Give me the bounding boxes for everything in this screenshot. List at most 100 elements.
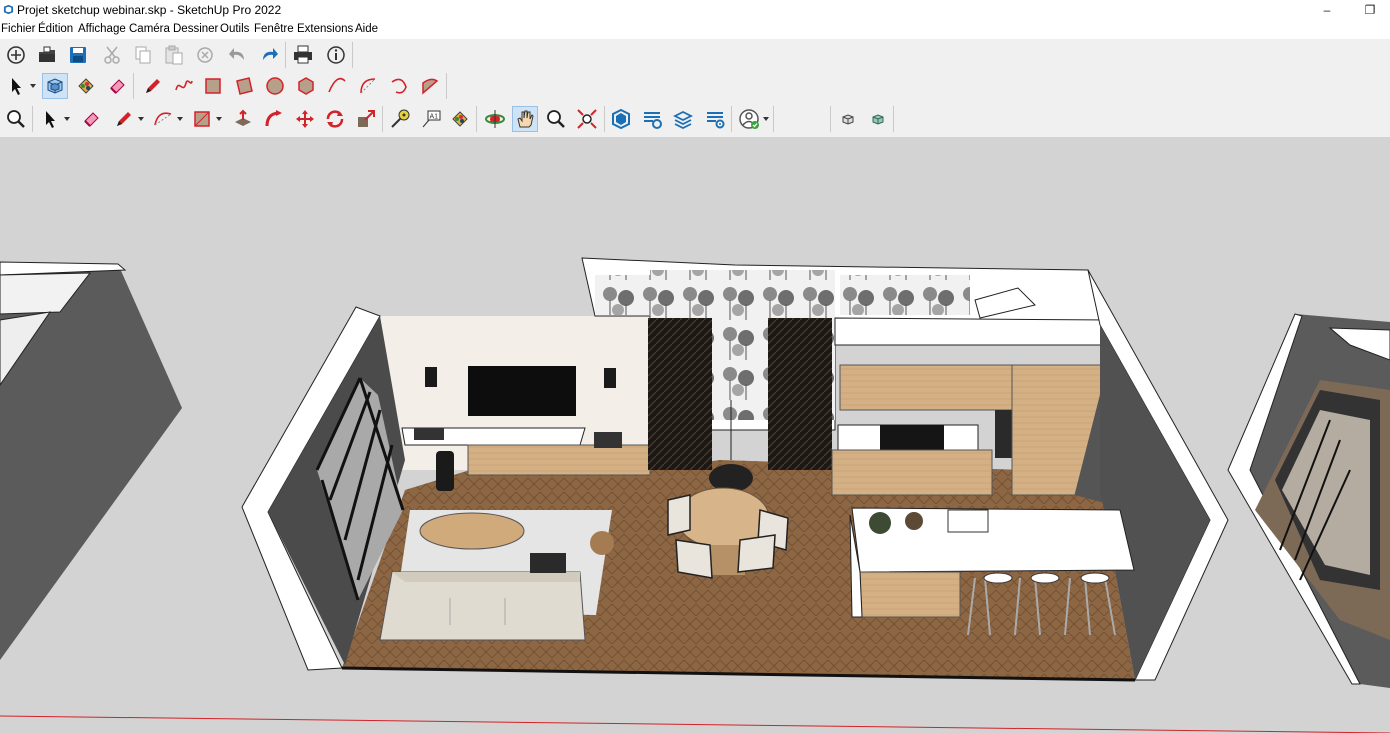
toolbar-separator: [773, 106, 774, 132]
pie-icon[interactable]: [417, 73, 443, 99]
toolbar-separator: [604, 106, 605, 132]
new-file-icon[interactable]: [3, 42, 29, 68]
redo-icon[interactable]: [256, 42, 282, 68]
two-point-arc-icon[interactable]: [355, 73, 381, 99]
tape-measure-icon[interactable]: [387, 106, 413, 132]
rectangle-icon[interactable]: [200, 73, 226, 99]
account-icon[interactable]: [736, 106, 762, 132]
paint-bucket-icon[interactable]: [447, 106, 473, 132]
tv-wall: [380, 316, 651, 476]
paint-bucket-icon[interactable]: [73, 73, 99, 99]
title-bar: Projet sketchup webinar.skp - SketchUp P…: [0, 0, 1390, 21]
text-label-glyph: A1: [430, 114, 439, 121]
scale-icon[interactable]: [353, 106, 379, 132]
save-icon[interactable]: [65, 42, 91, 68]
zoom-extents-icon[interactable]: [574, 106, 600, 132]
minimize-button[interactable]: –: [1307, 1, 1347, 19]
toolbar-separator: [352, 42, 353, 68]
toolbar-separator: [476, 106, 477, 132]
move-icon[interactable]: [292, 106, 318, 132]
apartment-model: [0, 257, 1390, 733]
select-arrow-icon[interactable]: [38, 106, 64, 132]
three-point-arc-icon[interactable]: [386, 73, 412, 99]
toolbar-separator: [731, 106, 732, 132]
toolbar-separator: [382, 106, 383, 132]
zoom-icon[interactable]: [543, 106, 569, 132]
menu-aide[interactable]: Aide: [355, 23, 378, 35]
cut-icon[interactable]: [99, 42, 125, 68]
chevron-down-icon[interactable]: [30, 73, 36, 99]
left-speaker: [425, 367, 437, 387]
left-neighbor-unit: [0, 261, 182, 660]
model-info-icon[interactable]: [323, 42, 349, 68]
erase-x-icon[interactable]: [192, 42, 218, 68]
toolbar-separator: [32, 106, 33, 132]
pendant-lamp: [709, 464, 753, 492]
view-top-icon[interactable]: [865, 106, 891, 132]
menu-fenetre[interactable]: Fenêtre: [254, 23, 294, 35]
rotated-rectangle-icon[interactable]: [231, 73, 257, 99]
paste-icon[interactable]: [161, 42, 187, 68]
left-slatted-panel: [648, 318, 712, 470]
chevron-down-icon[interactable]: [177, 106, 183, 132]
pencil-icon[interactable]: [140, 73, 166, 99]
right-neighbor-unit: [1227, 313, 1390, 688]
maximize-button[interactable]: ❐: [1350, 1, 1390, 19]
menu-edition[interactable]: Édition: [38, 23, 73, 35]
menu-bar: Fichier Édition Affichage Caméra Dessine…: [0, 21, 1390, 39]
select-arrow-icon[interactable]: [4, 73, 30, 99]
view-iso-icon[interactable]: [835, 106, 861, 132]
copy-icon[interactable]: [130, 42, 156, 68]
sofa: [379, 571, 586, 641]
floor-lamp: [436, 451, 454, 491]
tv-screen: [468, 366, 576, 416]
toolbar-area: A1: [0, 39, 1390, 138]
rotate-icon[interactable]: [322, 106, 348, 132]
toolbar-separator: [285, 42, 286, 68]
rectangle-icon[interactable]: [189, 106, 215, 132]
cooktop: [880, 425, 944, 450]
menu-fichier[interactable]: Fichier: [1, 23, 36, 35]
circle-icon[interactable]: [262, 73, 288, 99]
menu-camera[interactable]: Caméra: [129, 23, 170, 35]
chevron-down-icon[interactable]: [64, 106, 70, 132]
zoom-icon[interactable]: [3, 106, 29, 132]
freehand-icon[interactable]: [171, 73, 197, 99]
chevron-down-icon[interactable]: [763, 106, 769, 132]
make-component-icon[interactable]: [42, 73, 68, 99]
push-pull-icon[interactable]: [230, 106, 256, 132]
arc-icon[interactable]: [150, 106, 176, 132]
chevron-down-icon[interactable]: [216, 106, 222, 132]
menu-extensions[interactable]: Extensions: [297, 23, 353, 35]
sketchup-app-icon: [3, 4, 14, 15]
stool: [590, 531, 614, 555]
print-icon[interactable]: [290, 42, 316, 68]
warehouse-icon[interactable]: [608, 106, 634, 132]
menu-outils[interactable]: Outils: [220, 23, 249, 35]
text-label-icon[interactable]: A1: [418, 106, 444, 132]
undo-icon[interactable]: [225, 42, 251, 68]
coffee-table: [419, 512, 525, 550]
toolbar-separator: [830, 106, 831, 132]
toolbar-separator: [893, 106, 894, 132]
model-viewport[interactable]: [0, 137, 1390, 733]
open-file-icon[interactable]: [34, 42, 60, 68]
extension-warehouse-icon[interactable]: [639, 106, 665, 132]
arc-icon[interactable]: [324, 73, 350, 99]
extension-manager-icon[interactable]: [702, 106, 728, 132]
eraser-icon[interactable]: [104, 73, 130, 99]
eraser-icon[interactable]: [78, 106, 104, 132]
menu-affichage[interactable]: Affichage: [78, 23, 126, 35]
menu-dessiner[interactable]: Dessiner: [173, 23, 218, 35]
orbit-icon[interactable]: [482, 106, 508, 132]
window-title: Projet sketchup webinar.skp - SketchUp P…: [17, 3, 282, 17]
follow-me-icon[interactable]: [261, 106, 287, 132]
right-slatted-panel: [768, 318, 832, 470]
pan-icon[interactable]: [512, 106, 538, 132]
layout-icon[interactable]: [670, 106, 696, 132]
chevron-down-icon[interactable]: [138, 106, 144, 132]
toolbar-separator: [133, 73, 134, 99]
right-speaker: [604, 368, 616, 388]
pencil-icon[interactable]: [111, 106, 137, 132]
polygon-icon[interactable]: [293, 73, 319, 99]
